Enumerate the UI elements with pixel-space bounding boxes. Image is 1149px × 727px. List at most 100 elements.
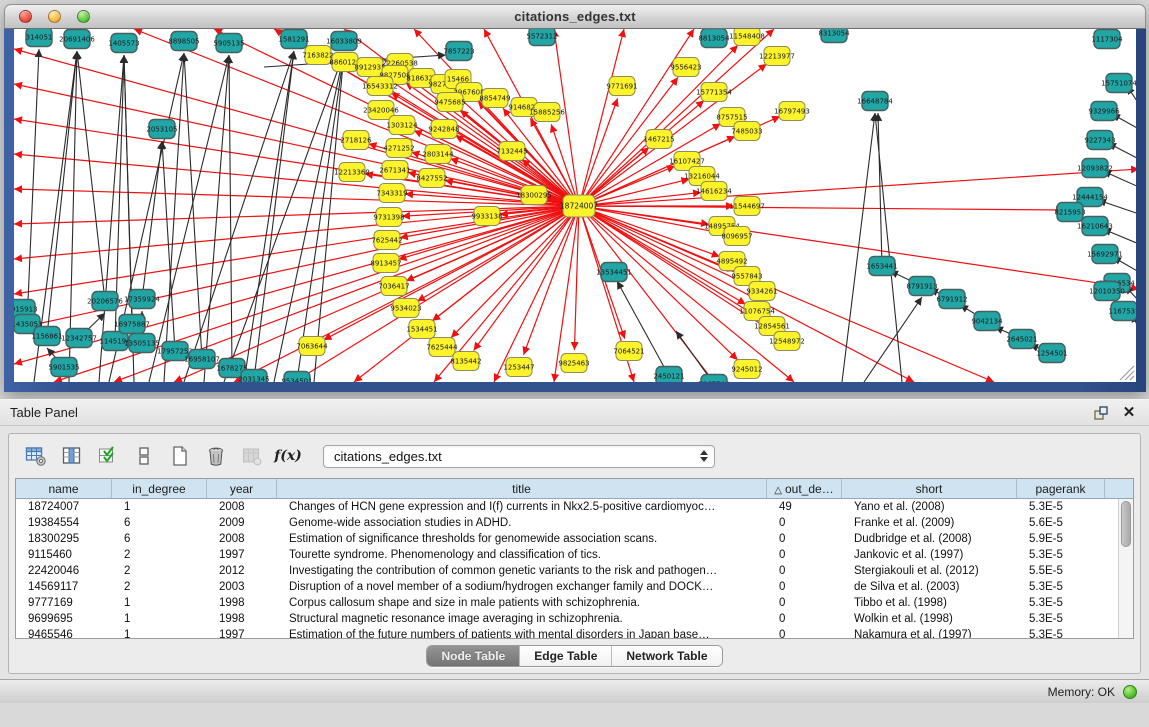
graph-edge[interactable]: [474, 206, 579, 350]
graph-node-yellow[interactable]: 7485033: [731, 122, 762, 141]
table-row[interactable]: 969969511998Structural magnetic resonanc…: [16, 611, 1133, 627]
column-header-out_de[interactable]: △out_de…: [767, 479, 842, 498]
graph-node-yellow[interactable]: 7625442: [371, 231, 402, 250]
graph-node-teal[interactable]: 12093822: [1077, 159, 1113, 178]
column-header-title[interactable]: title: [277, 479, 767, 498]
table-cell[interactable]: Yano et al. (2008): [842, 499, 1017, 515]
graph-node-yellow[interactable]: 15885256: [529, 103, 565, 122]
graph-node-yellow[interactable]: 9771691: [606, 77, 637, 96]
table-cell[interactable]: Estimation of significance thresholds fo…: [277, 531, 767, 547]
import-table-icon-disabled[interactable]: [239, 443, 265, 469]
graph-node-teal[interactable]: 9042134: [971, 312, 1003, 331]
column-header-pagerank[interactable]: pagerank: [1017, 479, 1105, 498]
graph-node-teal[interactable]: 17359924: [124, 290, 160, 309]
graph-node-teal[interactable]: 8898505: [168, 32, 199, 51]
table-cell[interactable]: 1998: [207, 611, 277, 627]
table-cell[interactable]: 5.5E-5: [1017, 563, 1105, 579]
table-cell[interactable]: Investigating the contribution of common…: [277, 563, 767, 579]
show-columns-icon[interactable]: [59, 443, 85, 469]
graph-edge[interactable]: [1098, 200, 1136, 214]
graph-edge[interactable]: [878, 113, 882, 266]
graph-node-yellow[interactable]: 7063644: [296, 337, 328, 356]
graph-node-teal[interactable]: 13505135: [124, 334, 160, 353]
graph-edge[interactable]: [579, 206, 720, 257]
table-cell[interactable]: de Silva et al. (2003): [842, 579, 1017, 595]
graph-node-yellow[interactable]: 8096957: [721, 227, 752, 246]
table-cell[interactable]: 5.3E-5: [1017, 627, 1105, 638]
network-canvas[interactable]: 3140512069140614055738898505590513515812…: [14, 29, 1136, 382]
scrollbar-thumb[interactable]: [1121, 501, 1131, 547]
graph-node-yellow[interactable]: 9245012: [731, 360, 762, 379]
graph-node-teal[interactable]: 5901535: [48, 358, 79, 377]
column-header-name[interactable]: name: [16, 479, 112, 498]
graph-node-teal[interactable]: 7857223: [443, 42, 474, 61]
graph-node-teal[interactable]: 5572312: [526, 29, 557, 46]
graph-node-yellow[interactable]: 15771354: [696, 83, 732, 102]
graph-node-teal[interactable]: 1653441: [866, 257, 897, 276]
graph-edge[interactable]: [297, 53, 344, 381]
graph-node-teal[interactable]: 2031345: [238, 370, 269, 383]
graph-node-yellow[interactable]: 1534451: [406, 320, 437, 339]
graph-node-yellow[interactable]: 12213977: [759, 47, 795, 66]
graph-edge[interactable]: [579, 206, 735, 271]
table-cell[interactable]: Tourette syndrome. Phenomenology and cla…: [277, 547, 767, 563]
graph-edge[interactable]: [864, 297, 922, 382]
graph-node-yellow[interactable]: 9334261: [746, 282, 777, 301]
graph-node-yellow[interactable]: 18300295: [516, 186, 552, 205]
graph-node-teal[interactable]: 13534451: [596, 263, 632, 282]
graph-node-yellow[interactable]: 9534023: [390, 299, 421, 318]
graph-node-teal[interactable]: 16210643: [1077, 217, 1113, 236]
graph-node-yellow[interactable]: 16543312: [362, 77, 398, 96]
table-row[interactable]: 977716911998Corpus callosum shape and si…: [16, 595, 1133, 611]
graph-node-teal[interactable]: 1167531: [1108, 302, 1136, 321]
table-cell[interactable]: 1997: [207, 547, 277, 563]
graph-node-teal[interactable]: 1581291: [278, 30, 309, 49]
resize-grip-icon[interactable]: [1130, 376, 1134, 380]
graph-node-yellow[interactable]: 1253447: [503, 358, 534, 377]
table-cell[interactable]: 1998: [207, 595, 277, 611]
tab-node-table[interactable]: Node Table: [427, 646, 520, 666]
table-cell[interactable]: 5.3E-5: [1017, 579, 1105, 595]
graph-node-yellow[interactable]: 12213369: [334, 163, 370, 182]
graph-node-yellow[interactable]: 8427552: [416, 169, 447, 188]
graph-node-yellow[interactable]: 4271252: [383, 139, 414, 158]
table-cell[interactable]: 0: [767, 515, 842, 531]
table-cell[interactable]: Estimation of the future numbers of pati…: [277, 627, 767, 638]
table-row[interactable]: 1938455462009Genome-wide association stu…: [16, 515, 1133, 531]
graph-node-teal[interactable]: 8791913: [906, 277, 937, 296]
table-cell[interactable]: 5.6E-5: [1017, 515, 1105, 531]
graph-node-yellow[interactable]: 11548408: [729, 29, 765, 46]
graph-edge[interactable]: [579, 169, 1136, 206]
column-header-short[interactable]: short: [842, 479, 1017, 498]
graph-node-teal[interactable]: 12010350: [1089, 282, 1125, 301]
select-rows-icon[interactable]: [95, 443, 121, 469]
table-row[interactable]: 2242004622012Investigating the contribut…: [16, 563, 1133, 579]
graph-node-yellow[interactable]: 8135442: [450, 352, 481, 371]
table-cell[interactable]: 1: [112, 611, 207, 627]
graph-node-yellow[interactable]: 2718126: [340, 131, 372, 150]
table-row[interactable]: 1872400712008Changes of HCN gene express…: [16, 499, 1133, 515]
graph-node-yellow[interactable]: 9731398: [373, 208, 404, 227]
window-titlebar[interactable]: citations_edges.txt: [4, 4, 1146, 29]
graph-node-teal[interactable]: 20206576: [87, 292, 123, 311]
graph-node-yellow[interactable]: 18724007: [560, 195, 598, 217]
graph-node-yellow[interactable]: 9242848: [428, 120, 459, 139]
table-cell[interactable]: 2: [112, 563, 207, 579]
table-cell[interactable]: 2012: [207, 563, 277, 579]
graph-node-teal[interactable]: 5905135: [213, 34, 244, 53]
table-cell[interactable]: 5.3E-5: [1017, 611, 1105, 627]
table-cell[interactable]: 1997: [207, 627, 277, 638]
table-row[interactable]: 911546021997Tourette syndrome. Phenomeno…: [16, 547, 1133, 563]
table-options-icon[interactable]: [23, 443, 49, 469]
table-cell[interactable]: 0: [767, 627, 842, 638]
table-cell[interactable]: 2008: [207, 499, 277, 515]
table-cell[interactable]: Structural magnetic resonance image aver…: [277, 611, 767, 627]
graph-node-yellow[interactable]: 11544697: [729, 197, 765, 216]
table-cell[interactable]: 0: [767, 563, 842, 579]
table-cell[interactable]: Franke et al. (2009): [842, 515, 1017, 531]
graph-node-yellow[interactable]: 2671341: [379, 161, 410, 180]
table-cell[interactable]: 9465546: [16, 627, 112, 638]
graph-node-teal[interactable]: 1254501: [1036, 344, 1067, 363]
resize-grip-icon[interactable]: [1125, 371, 1134, 380]
table-cell[interactable]: 1: [112, 627, 207, 638]
